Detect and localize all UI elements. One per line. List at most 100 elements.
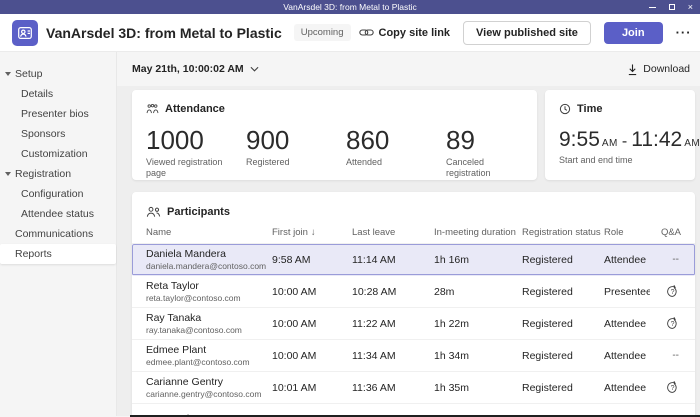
attendance-icon — [146, 103, 159, 115]
start-meridiem: AM — [602, 138, 618, 149]
qa-cell[interactable]: -- — [672, 350, 681, 361]
duration-cell: 28m — [434, 286, 522, 298]
end-time: 11:42 — [631, 128, 682, 152]
sidebar-item-label: Reports — [15, 248, 52, 260]
sidebar-item-setup[interactable]: Setup — [0, 64, 116, 84]
stat-value: 860 — [346, 126, 446, 155]
column-header-role[interactable]: Role — [604, 227, 650, 238]
attendance-stat-viewed-registration-page: 1000 Viewed registration page — [146, 126, 246, 180]
table-row[interactable]: Ray Tanaka ray.tanaka@contoso.com 10:00 … — [132, 308, 695, 340]
attendance-card: Attendance 1000 Viewed registration page… — [132, 90, 537, 180]
participants-table-header: Name First join ↓ Last leave In-meeting … — [132, 222, 695, 244]
column-header-name[interactable]: Name — [146, 227, 272, 238]
participant-email: edmee.plant@contoso.com — [146, 357, 272, 368]
sidebar-item-configuration[interactable]: Configuration — [0, 184, 116, 204]
participant-email: daniela.mandera@contoso.com — [146, 261, 272, 272]
sidebar-item-reports[interactable]: Reports — [0, 244, 116, 264]
time-caption: Start and end time — [559, 155, 681, 165]
more-options-button[interactable]: ··· — [676, 25, 692, 40]
sidebar-item-label: Registration — [15, 168, 71, 180]
session-date-selector[interactable]: May 21th, 10:00:02 AM — [132, 63, 259, 75]
app-window: VanArsdel 3D: from Metal to Plastic × Va… — [0, 0, 700, 417]
sidebar-item-details[interactable]: Details — [0, 84, 116, 104]
stat-value: 1000 — [146, 126, 246, 155]
window-titlebar: VanArsdel 3D: from Metal to Plastic × — [0, 0, 700, 14]
participants-title: Participants — [167, 206, 230, 218]
first-join-cell: 10:01 AM — [272, 382, 352, 394]
registration-status-cell: Registered — [522, 286, 604, 298]
sidebar-item-attendee-status[interactable]: Attendee status — [0, 204, 116, 224]
participants-table-body: Daniela Mandera daniela.mandera@contoso.… — [132, 244, 695, 416]
first-join-cell: 10:00 AM — [272, 286, 352, 298]
duration-cell: 1h 16m — [434, 254, 522, 266]
table-row[interactable]: Edmee Plant edmee.plant@contoso.com 10:0… — [132, 340, 695, 372]
page-title: VanArsdel 3D: from Metal to Plastic — [46, 25, 282, 41]
chevron-icon — [5, 172, 11, 176]
column-header-registration-status[interactable]: Registration status — [522, 227, 604, 238]
participant-name-cell: Daniela Mandera daniela.mandera@contoso.… — [146, 248, 272, 272]
close-icon[interactable]: × — [688, 3, 693, 12]
last-leave-cell: 11:14 AM — [352, 254, 434, 266]
status-badge: Upcoming — [294, 24, 351, 41]
column-header-last-leave[interactable]: Last leave — [352, 227, 434, 238]
end-meridiem: AM — [684, 138, 700, 149]
table-row[interactable]: Daniela Mandera daniela.mandera@contoso.… — [132, 244, 695, 276]
download-button[interactable]: Download — [627, 63, 690, 76]
join-button[interactable]: Join — [604, 22, 663, 44]
sidebar-item-label: Details — [21, 88, 53, 100]
first-join-cell: 9:58 AM — [272, 254, 352, 266]
sidebar-item-registration[interactable]: Registration — [0, 164, 116, 184]
participant-name-cell: Ray Tanaka ray.tanaka@contoso.com — [146, 312, 272, 336]
participants-card: Participants Name First join ↓ Last leav… — [132, 192, 695, 416]
participant-name-cell: Reta Taylor reta.taylor@contoso.com — [146, 280, 272, 304]
column-header-label: In-meeting duration — [434, 227, 516, 238]
download-icon — [627, 63, 638, 76]
table-row[interactable]: Reta Taylor reta.taylor@contoso.com 10:0… — [132, 276, 695, 308]
minimize-icon[interactable] — [649, 7, 656, 8]
column-header-in-meeting-duration[interactable]: In-meeting duration — [434, 227, 522, 238]
table-row[interactable]: Carianne Gentry carianne.gentry@contoso.… — [132, 372, 695, 404]
qa-cell[interactable]: ? — [666, 285, 681, 298]
chevron-down-icon — [250, 66, 259, 72]
sort-descending-icon: ↓ — [311, 227, 316, 238]
last-leave-cell: 11:22 AM — [352, 318, 434, 330]
sidebar-item-presenter-bios[interactable]: Presenter bios — [0, 104, 116, 124]
participants-icon — [146, 206, 161, 218]
time-card: Time 9:55 AM - 11:42 AM Start and end ti… — [545, 90, 695, 180]
stat-label: Viewed registration page — [146, 157, 230, 180]
clock-icon — [559, 103, 571, 115]
column-header-first-join[interactable]: First join ↓ — [272, 227, 352, 238]
participant-email: carianne.gentry@contoso.com — [146, 389, 272, 400]
registration-status-cell: Registered — [522, 382, 604, 394]
maximize-icon[interactable] — [669, 4, 675, 10]
sidebar-item-label: Sponsors — [21, 128, 65, 140]
sidebar-item-sponsors[interactable]: Sponsors — [0, 124, 116, 144]
last-leave-cell: 11:34 AM — [352, 350, 434, 362]
attendance-title: Attendance — [165, 103, 225, 115]
participant-name: Daniela Mandera — [146, 248, 272, 261]
first-join-cell: 10:00 AM — [272, 318, 352, 330]
view-published-site-button[interactable]: View published site — [463, 21, 591, 45]
column-header-label: Q&A — [661, 227, 681, 238]
qa-cell[interactable]: ? — [666, 381, 681, 394]
copy-site-link-button[interactable]: Copy site link — [359, 27, 451, 39]
first-join-cell: 10:00 AM — [272, 350, 352, 362]
app-header: VanArsdel 3D: from Metal to Plastic Upco… — [0, 14, 700, 52]
role-cell: Presentee — [604, 286, 650, 298]
duration-cell: 1h 22m — [434, 318, 522, 330]
sidebar-nav: Setup Details Presenter bios Sponsors Cu… — [0, 52, 117, 416]
column-header-q-a[interactable]: Q&A — [650, 227, 681, 238]
window-title: VanArsdel 3D: from Metal to Plastic — [283, 2, 417, 12]
report-body: Attendance 1000 Viewed registration page… — [117, 86, 700, 416]
qa-question-icon: ? — [666, 381, 679, 394]
qa-cell[interactable]: -- — [672, 254, 681, 265]
participant-name: Reta Taylor — [146, 280, 272, 293]
sidebar-item-communications[interactable]: Communications — [0, 224, 116, 244]
sidebar-item-customization[interactable]: Customization — [0, 144, 116, 164]
sidebar-item-label: Configuration — [21, 188, 83, 200]
sidebar-item-label: Presenter bios — [21, 108, 89, 120]
attendance-stat-canceled-registration: 89 Canceled registration — [446, 126, 530, 180]
column-header-label: First join — [272, 227, 308, 238]
svg-text:?: ? — [671, 321, 675, 328]
qa-cell[interactable]: ? — [666, 317, 681, 330]
